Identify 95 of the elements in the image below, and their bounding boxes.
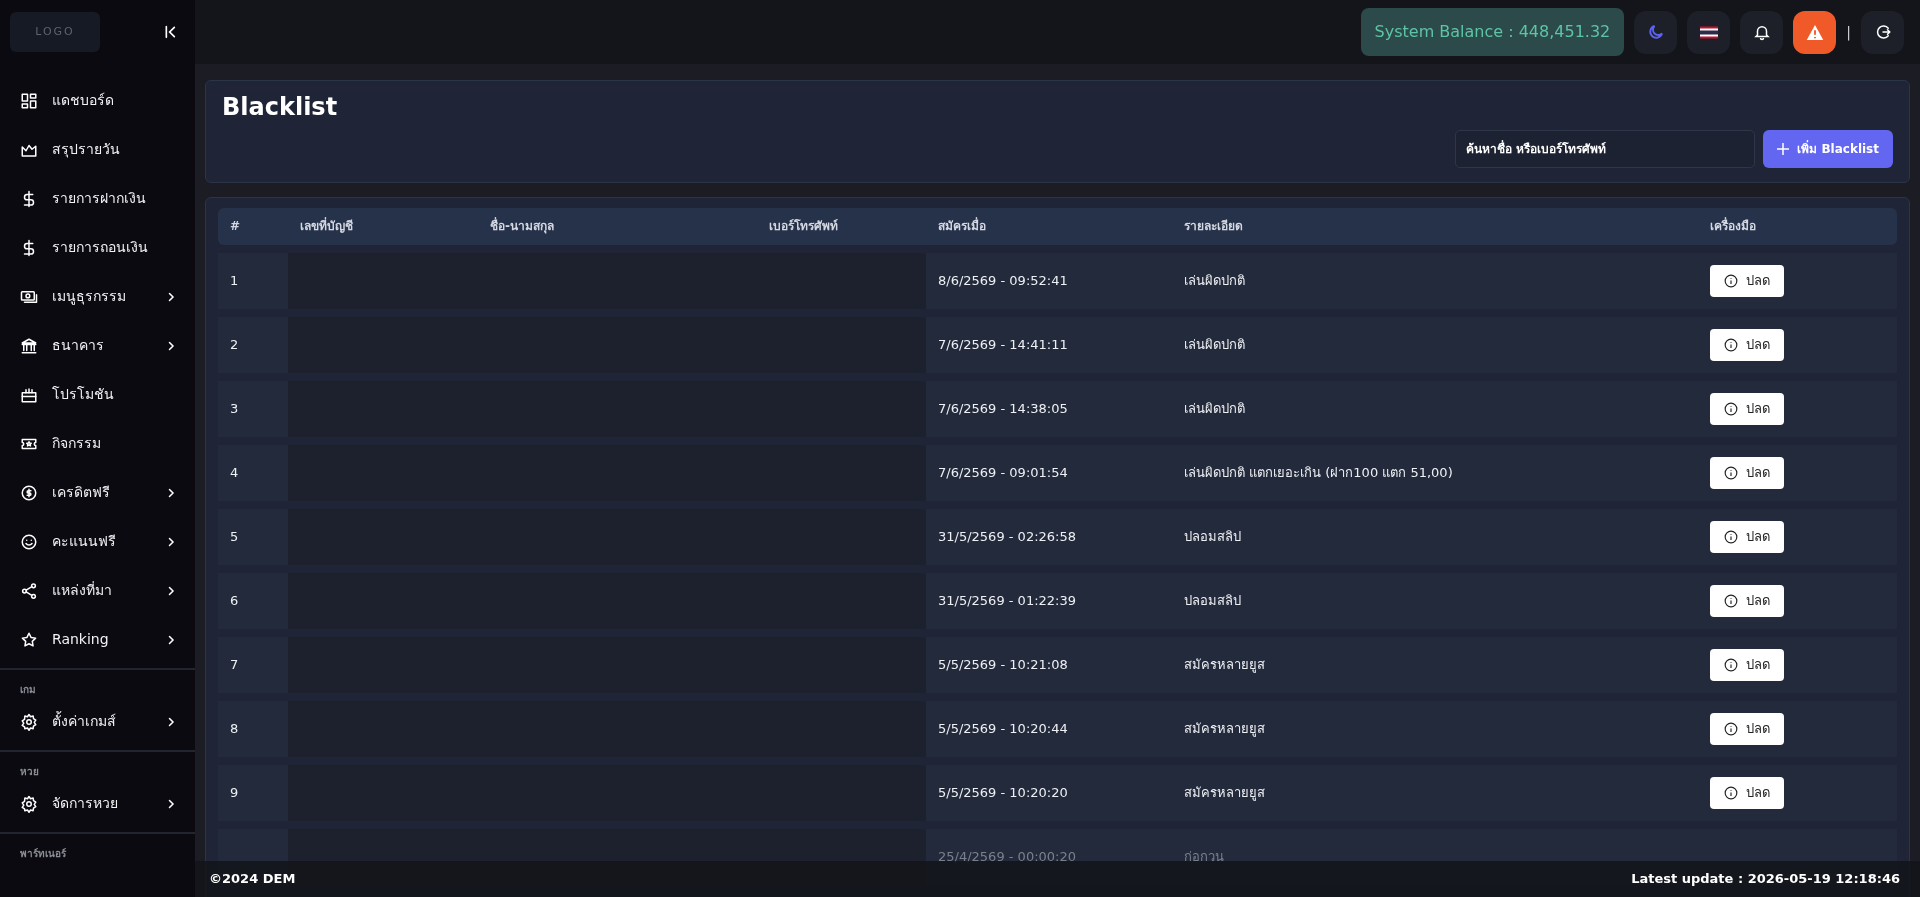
- table-cell: ปลอมสลิป: [1172, 508, 1710, 565]
- release-button[interactable]: ปลด: [1710, 392, 1784, 425]
- gift-icon: [20, 385, 38, 404]
- bell-icon: [1752, 23, 1771, 41]
- table-cell: เล่นผิดปกติ แตกเยอะเกิน (ฝาก100 แตก 51,00): [1172, 444, 1710, 501]
- table-cell: เล่นผิดปกติ: [1172, 380, 1710, 437]
- table-cell: 3: [218, 380, 288, 437]
- info-icon: [1724, 465, 1738, 480]
- section-title: พาร์ทเนอร์: [19, 847, 67, 861]
- info-icon: [1724, 721, 1738, 736]
- grid-icon: [20, 91, 38, 110]
- release-button[interactable]: ปลด: [1710, 264, 1784, 297]
- dark-mode-button[interactable]: [1634, 10, 1678, 54]
- sidebar-item[interactable]: โปรโมชัน: [0, 370, 195, 419]
- table-cell: 7: [218, 636, 288, 693]
- divider-text: |: [1846, 22, 1851, 43]
- table-cell: 5/5/2569 - 10:20:20: [926, 764, 1172, 821]
- table-cell: สมัครหลายยูส: [1172, 700, 1710, 757]
- table-cell: 8/6/2569 - 09:52:41: [926, 252, 1172, 309]
- table-cell: 1: [218, 252, 288, 309]
- sidebar-item[interactable]: แหล่งที่มา: [0, 566, 195, 615]
- release-button[interactable]: ปลด: [1710, 712, 1784, 745]
- release-button[interactable]: ปลด: [1710, 648, 1784, 681]
- moon-icon: [1646, 23, 1665, 41]
- column-header: เลขที่บัญชี: [288, 207, 478, 245]
- info-icon: [1724, 593, 1738, 608]
- system-balance: System Balance : 448,451.32: [1360, 8, 1625, 56]
- star-icon: [20, 630, 38, 649]
- plus-icon: [1777, 142, 1790, 155]
- section-title: หวย: [19, 765, 40, 779]
- release-button[interactable]: ปลด: [1710, 456, 1784, 489]
- share-icon: [20, 581, 38, 600]
- table-cell: 2: [218, 316, 288, 373]
- alert-button[interactable]: [1793, 10, 1837, 54]
- notification-button[interactable]: [1740, 10, 1784, 54]
- info-icon: [1724, 785, 1738, 800]
- table-cell: 5/5/2569 - 10:21:08: [926, 636, 1172, 693]
- table-cell: ปลอมสลิป: [1172, 572, 1710, 629]
- table-cell: 31/5/2569 - 01:22:39: [926, 572, 1172, 629]
- table-cell: 31/5/2569 - 02:26:58: [926, 508, 1172, 565]
- column-header: เครื่องมือ: [1710, 207, 1897, 245]
- table-cell: 7/6/2569 - 09:01:54: [926, 444, 1172, 501]
- info-icon: [1724, 273, 1738, 288]
- bank-icon: [20, 336, 38, 355]
- table-cell: 5/5/2569 - 10:20:44: [926, 700, 1172, 757]
- release-button[interactable]: ปลด: [1710, 584, 1784, 617]
- release-button[interactable]: ปลด: [1710, 328, 1784, 361]
- section-title: เกม: [19, 683, 37, 697]
- column-header: รายละเอียด: [1172, 207, 1710, 245]
- sidebar-item[interactable]: แดชบอร์ด: [0, 76, 195, 125]
- table-cell: 7/6/2569 - 14:41:11: [926, 316, 1172, 373]
- language-button[interactable]: [1687, 10, 1731, 54]
- info-icon: [1724, 529, 1738, 544]
- table-cell: เล่นผิดปกติ: [1172, 316, 1710, 373]
- sidebar-item[interactable]: กิจกรรม: [0, 419, 195, 468]
- logout-button[interactable]: [1861, 10, 1904, 54]
- gear-icon: [20, 794, 38, 813]
- add-blacklist-button[interactable]: เพิ่ม Blacklist: [1763, 129, 1893, 168]
- sidebar-item[interactable]: รายการฝากเงิน: [0, 174, 195, 223]
- flag-icon: [1699, 25, 1718, 39]
- sidebar-item[interactable]: สรุปรายวัน: [0, 125, 195, 174]
- copyright-text: ©2024 DEM: [209, 870, 296, 889]
- gear-icon: [20, 712, 38, 731]
- table-cell: เล่นผิดปกติ: [1172, 252, 1710, 309]
- column-header: เบอร์โทรศัพท์: [757, 207, 926, 245]
- search-field[interactable]: ค้นหาชื่อ หรือเบอร์โทรศัพท์: [1455, 129, 1756, 168]
- table-cell: 4: [218, 444, 288, 501]
- sidebar-item[interactable]: เครดิตฟรี: [0, 468, 195, 517]
- coin-icon: [20, 483, 38, 502]
- release-button[interactable]: ปลด: [1710, 520, 1784, 553]
- sidebar-item[interactable]: Ranking: [0, 615, 195, 664]
- sidebar-item[interactable]: คะแนนฟรี: [0, 517, 195, 566]
- table-cell: สมัครหลายยูส: [1172, 636, 1710, 693]
- column-header: สมัครเมื่อ: [926, 207, 1172, 245]
- info-icon: [1724, 337, 1738, 352]
- sidebar-item[interactable]: รายการถอนเงิน: [0, 223, 195, 272]
- table-cell: 7/6/2569 - 14:38:05: [926, 380, 1172, 437]
- column-header: ชื่อ-นามสกุล: [478, 207, 757, 245]
- table-cell: 6: [218, 572, 288, 629]
- warning-icon: [1805, 23, 1824, 41]
- logo: LOGO: [10, 12, 100, 52]
- table-cell: 8: [218, 700, 288, 757]
- page-title: Blacklist: [222, 93, 339, 122]
- release-button[interactable]: ปลด: [1710, 776, 1784, 809]
- info-icon: [1724, 401, 1738, 416]
- sidebar-item[interactable]: จัดการหวย: [0, 779, 195, 828]
- info-icon: [1724, 657, 1738, 672]
- table-cell: 5: [218, 508, 288, 565]
- sidebar-item[interactable]: เมนูธุรกรรม: [0, 272, 195, 321]
- table-cell: สมัครหลายยูส: [1172, 764, 1710, 821]
- sidebar-item[interactable]: ธนาคาร: [0, 321, 195, 370]
- sidebar-item[interactable]: ตั้งค่าเกมส์: [0, 697, 195, 746]
- smiley-icon: [20, 532, 38, 551]
- table-cell: 9: [218, 764, 288, 821]
- column-header: #: [218, 207, 288, 245]
